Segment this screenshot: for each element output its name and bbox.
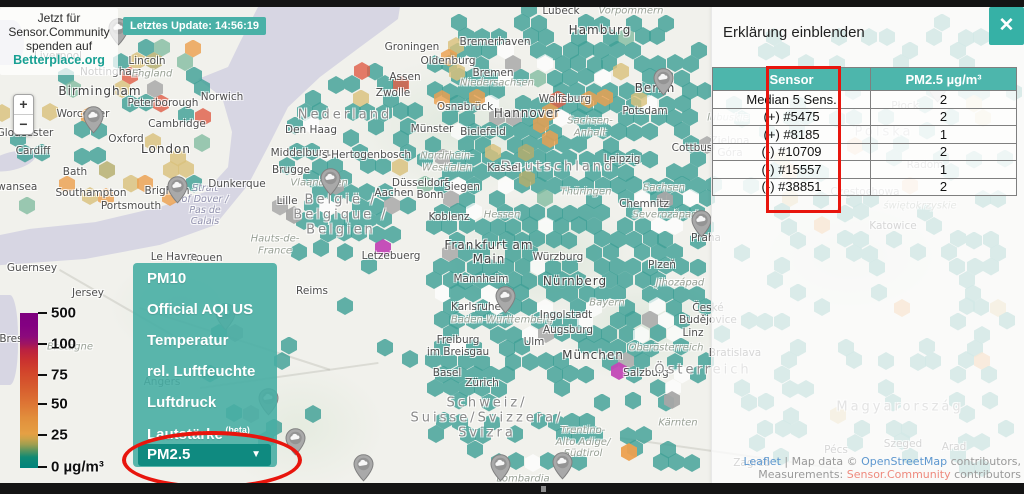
top-black-bar [0,0,1024,7]
table-cell: Median 5 Sens. [713,91,871,109]
selected-layer-label: PM2.5 [147,446,190,463]
betterplace-link[interactable]: Betterplace.org [0,53,118,67]
table-cell: (-) #38851 [713,178,871,196]
bottom-black-bar [0,483,1024,494]
legend-tick [38,374,47,376]
donation-line: Sensor.Community [0,25,118,39]
sensor-cluster-marker[interactable] [552,452,573,480]
legend-tick [38,434,47,436]
sensor-cluster-marker[interactable] [495,286,516,314]
legend-tick [38,312,47,314]
sensor-cluster-marker[interactable] [490,454,511,482]
table-cell: 1 [871,161,1017,179]
zoom-control: + − [13,94,34,135]
attribution-text: Measurements: [758,468,846,481]
layer-menu-item-luftdruck[interactable]: Luftdruck [133,387,277,418]
zoom-out-button[interactable]: − [14,114,33,134]
legend-tick-label: 75 [51,367,68,384]
legend-tick [38,343,47,345]
table-cell: 2 [871,143,1017,161]
zoom-in-button[interactable]: + [14,95,33,114]
attribution-text: contributors, [947,455,1021,468]
attribution-text: | Map data © [781,455,861,468]
attribution-link-leaflet[interactable]: Leaflet [743,455,780,468]
layer-menu-item-temperatur[interactable]: Temperatur [133,325,277,356]
table-row: (-) #155571 [713,161,1017,179]
table-cell: 2 [871,178,1017,196]
legend-tick-label: 25 [51,427,68,444]
map-attribution-line2: Measurements: Sensor.Community contribut… [758,468,1021,481]
donation-box: Jetzt fürSensor.Communityspenden auf Bet… [0,8,118,75]
chevron-down-icon: ▼ [251,444,261,466]
panel-title[interactable]: Erklärung einblenden [723,24,865,41]
legend-tick [38,466,47,468]
table-row: (+) #81851 [713,126,1017,144]
attribution-text: contributors [951,468,1021,481]
legend-tick-label: 0 µg/m³ [51,459,104,476]
layer-menu-items: PM10Official AQI USTemperaturrel. Luftfe… [133,263,277,450]
table-cell: (+) #5475 [713,108,871,126]
layer-menu-item-rel-luftfeuchte[interactable]: rel. Luftfeuchte [133,356,277,387]
sensor-cluster-marker[interactable] [353,454,374,482]
table-header-row: SensorPM2.5 µg/m³ [713,68,1017,91]
table-row: (-) #107092 [713,143,1017,161]
table-cell: 1 [871,126,1017,144]
table-cell: (-) #15557 [713,161,871,179]
attribution-link-sensor-community[interactable]: Sensor.Community [847,468,951,481]
close-panel-button[interactable]: ✕ [989,7,1024,45]
donation-line: Jetzt für [0,11,118,25]
layer-menu: PM10Official AQI USTemperaturrel. Luftfe… [133,263,277,467]
map-attribution-line1: Leaflet | Map data © OpenStreetMap contr… [743,455,1021,468]
bottom-bar-tick [541,486,546,492]
sensor-cluster-marker[interactable] [83,106,104,134]
sensor-table: SensorPM2.5 µg/m³ Median 5 Sens.2(+) #54… [712,67,1017,196]
table-cell: (+) #8185 [713,126,871,144]
table-header-cell: PM2.5 µg/m³ [871,68,1017,91]
table-cell: 2 [871,91,1017,109]
color-scale-bar [20,313,38,468]
table-cell: (-) #10709 [713,143,871,161]
table-header-cell: Sensor [713,68,871,91]
table-cell: 2 [871,108,1017,126]
last-update-badge: Letztes Update: 14:56:19 [123,17,266,35]
legend-tick-label: 100 [51,336,76,353]
table-row: (+) #54752 [713,108,1017,126]
sensor-cluster-marker[interactable] [285,428,306,456]
legend-tick-label: 500 [51,305,76,322]
sensor-cluster-marker[interactable] [320,168,341,196]
legend-tick [38,403,47,405]
sensor-cluster-marker[interactable] [653,68,674,96]
layer-select-pm25[interactable]: PM2.5 ▼ [138,444,271,466]
attribution-link-openstreetmap[interactable]: OpenStreetMap [861,455,947,468]
layer-menu-item-pm10[interactable]: PM10 [133,263,277,294]
sensor-community-map-app: BirminghamLondonHamburgBerlinHannoverMün… [0,0,1024,494]
donation-text: Jetzt fürSensor.Communityspenden auf [0,11,118,53]
sensor-table-body: Median 5 Sens.2(+) #54752(+) #81851(-) #… [713,91,1017,196]
table-row: Median 5 Sens.2 [713,91,1017,109]
layer-menu-item-official-aqi-us[interactable]: Official AQI US [133,294,277,325]
legend-tick-label: 50 [51,396,68,413]
table-row: (-) #388512 [713,178,1017,196]
sensor-cluster-marker[interactable] [691,210,712,238]
sensor-cluster-marker[interactable] [167,176,188,204]
donation-line: spenden auf [0,39,118,53]
